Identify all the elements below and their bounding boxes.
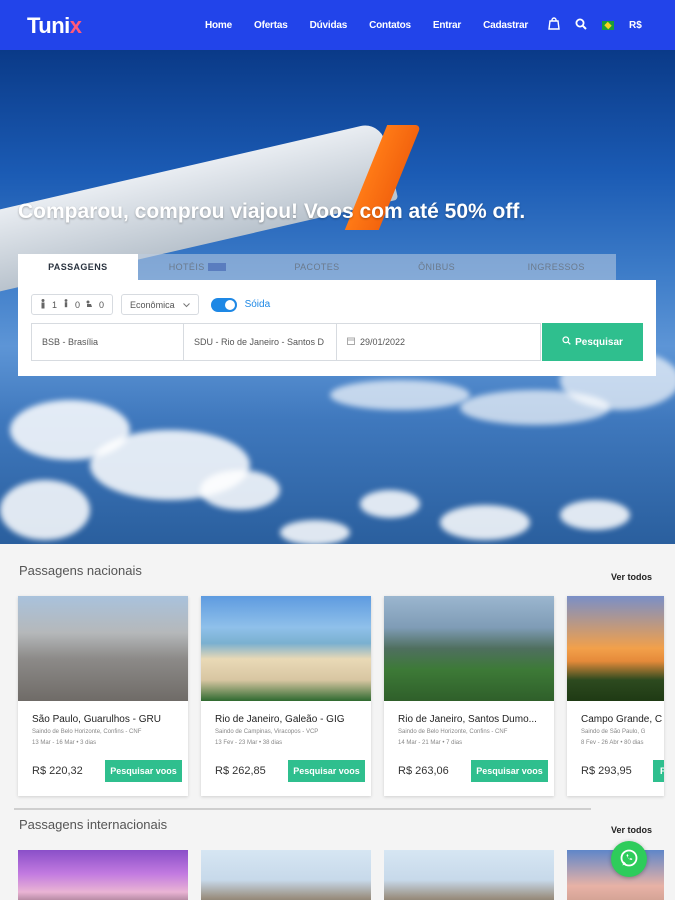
passengers-selector[interactable]: 1 0 0: [31, 294, 114, 315]
card-origin: Saindo de Belo Horizonte, Confins - CNF: [398, 729, 508, 735]
destination-input[interactable]: SDU - Rio de Janeiro - Santos D: [184, 323, 337, 361]
cloud: [360, 490, 420, 518]
tab-hoteis-label: HOTÉIS: [168, 262, 205, 272]
cloud: [330, 380, 470, 410]
international-cards: [18, 850, 664, 900]
card-dates: 13 Mar - 16 Mar • 3 dias: [32, 740, 97, 746]
international-see-all-link[interactable]: Ver todos: [611, 825, 652, 835]
shopping-bag-icon[interactable]: [548, 17, 560, 33]
header-icons: R$: [548, 17, 642, 33]
search-button[interactable]: Pesquisar: [542, 323, 643, 361]
page: Tunix Home Ofertas Dúvidas Contatos Entr…: [0, 0, 675, 900]
search-flights-button[interactable]: Pesquisar voos: [105, 760, 182, 782]
whatsapp-icon: [619, 848, 639, 871]
national-see-all-link[interactable]: Ver todos: [611, 572, 652, 582]
national-section-title: Passagens nacionais: [19, 563, 142, 578]
search-options-row: 1 0 0 Econômica Sóida: [31, 294, 270, 315]
card-title: Rio de Janeiro, Galeão - GIG: [215, 714, 345, 725]
nav-contatos[interactable]: Contatos: [369, 20, 411, 31]
tab-passagens[interactable]: PASSAGENS: [18, 254, 138, 280]
adults-count: 1: [52, 299, 58, 310]
brazil-flag-icon[interactable]: [602, 20, 614, 30]
destination-photo[interactable]: [384, 850, 554, 900]
cabin-class-select[interactable]: Econômica: [121, 294, 199, 315]
card-origin: Saindo de Campinas, Viracopos - VCP: [215, 729, 319, 735]
cabin-class-value: Econômica: [130, 299, 175, 310]
cloud: [0, 480, 90, 540]
cloud: [560, 500, 630, 530]
tab-ingressos[interactable]: INGRESSOS: [496, 254, 616, 280]
nav-duvidas[interactable]: Dúvidas: [310, 20, 348, 31]
nav-home[interactable]: Home: [205, 20, 232, 31]
date-input[interactable]: 29/01/2022: [337, 323, 541, 361]
card-title: São Paulo, Guarulhos - GRU: [32, 714, 161, 725]
tab-badge: [207, 263, 227, 271]
logo-accent: x: [69, 13, 82, 38]
nav-entrar[interactable]: Entrar: [433, 20, 461, 31]
main-nav: Home Ofertas Dúvidas Contatos Entrar Cad…: [205, 0, 550, 50]
flight-card[interactable]: Campo Grande, C Saindo de São Paulo, G 8…: [567, 596, 664, 796]
search-tabs: PASSAGENS HOTÉIS PACOTES ÔNIBUS INGRESSO…: [18, 254, 616, 280]
destination-photo[interactable]: [201, 850, 371, 900]
section-divider: [14, 808, 591, 810]
adult-icon: [40, 298, 46, 311]
round-trip-toggle[interactable]: [210, 297, 237, 312]
card-dates: 8 Fev - 26 Abr • 80 dias: [581, 740, 644, 746]
child-icon: [63, 299, 69, 310]
currency-selector[interactable]: R$: [629, 20, 642, 31]
whatsapp-button[interactable]: [611, 841, 647, 877]
destination-photo: [567, 596, 664, 701]
tab-pacotes[interactable]: PACOTES: [257, 254, 377, 280]
date-value: 29/01/2022: [360, 337, 406, 347]
search-flights-button[interactable]: P: [653, 760, 664, 782]
logo[interactable]: Tunix: [27, 13, 82, 39]
destination-photo: [201, 596, 371, 701]
destination-photo: [18, 596, 188, 701]
card-origin: Saindo de São Paulo, G: [581, 729, 646, 735]
search-icon: [562, 336, 571, 348]
card-title: Campo Grande, C: [581, 714, 663, 725]
flight-card[interactable]: Rio de Janeiro, Santos Dumo... Saindo de…: [384, 596, 554, 796]
search-fields-row: BSB - Brasília SDU - Rio de Janeiro - Sa…: [31, 323, 541, 361]
international-section-title: Passagens internacionais: [19, 817, 168, 832]
card-dates: 14 Mar - 21 Mar • 7 dias: [398, 740, 463, 746]
cloud: [200, 470, 280, 510]
card-price: R$ 262,85: [215, 765, 266, 777]
card-price: R$ 220,32: [32, 765, 83, 777]
children-count: 0: [75, 299, 81, 310]
national-cards: São Paulo, Guarulhos - GRU Saindo de Bel…: [18, 596, 664, 796]
search-flights-button[interactable]: Pesquisar voos: [471, 760, 548, 782]
top-navbar: Tunix Home Ofertas Dúvidas Contatos Entr…: [0, 0, 675, 50]
cloud: [440, 505, 530, 540]
nav-ofertas[interactable]: Ofertas: [254, 20, 288, 31]
tab-hoteis[interactable]: HOTÉIS: [137, 254, 258, 280]
search-flights-button[interactable]: Pesquisar voos: [288, 760, 365, 782]
destination-photo: [384, 596, 554, 701]
trip-toggle-label: Sóida: [244, 299, 271, 310]
logo-text: Tuni: [27, 13, 70, 38]
card-price: R$ 293,95: [581, 765, 632, 777]
hero-title: Comparou, comprou viajou! Voos com até 5…: [18, 200, 526, 223]
infant-icon: [86, 300, 93, 310]
nav-cadastrar[interactable]: Cadastrar: [483, 20, 528, 31]
cloud: [280, 520, 350, 544]
destination-photo[interactable]: [18, 850, 188, 900]
card-price: R$ 263,06: [398, 765, 449, 777]
flight-card[interactable]: Rio de Janeiro, Galeão - GIG Saindo de C…: [201, 596, 371, 796]
infants-count: 0: [99, 299, 105, 310]
calendar-icon: [347, 337, 355, 347]
search-icon[interactable]: [575, 18, 587, 33]
search-panel: 1 0 0 Econômica Sóida BSB - Brasília SDU…: [18, 280, 656, 376]
tab-onibus[interactable]: ÔNIBUS: [376, 254, 497, 280]
flight-card[interactable]: São Paulo, Guarulhos - GRU Saindo de Bel…: [18, 596, 188, 796]
card-origin: Saindo de Belo Horizonte, Confins - CNF: [32, 729, 142, 735]
card-title: Rio de Janeiro, Santos Dumo...: [398, 714, 537, 725]
card-dates: 13 Fev - 23 Mar • 38 dias: [215, 740, 283, 746]
chevron-down-icon: [182, 300, 190, 310]
search-button-label: Pesquisar: [575, 336, 623, 348]
origin-input[interactable]: BSB - Brasília: [31, 323, 184, 361]
